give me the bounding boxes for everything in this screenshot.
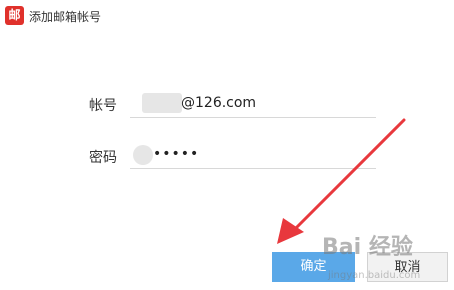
add-mail-account-window: 邮 添加邮箱帐号 帐号 @126.com 密码 ••••• 确定 取消 Bai … [0, 0, 454, 290]
baidu-watermark-url: jingyan.baidu.com [328, 270, 421, 281]
baidu-watermark: Bai 经验 [322, 235, 413, 260]
